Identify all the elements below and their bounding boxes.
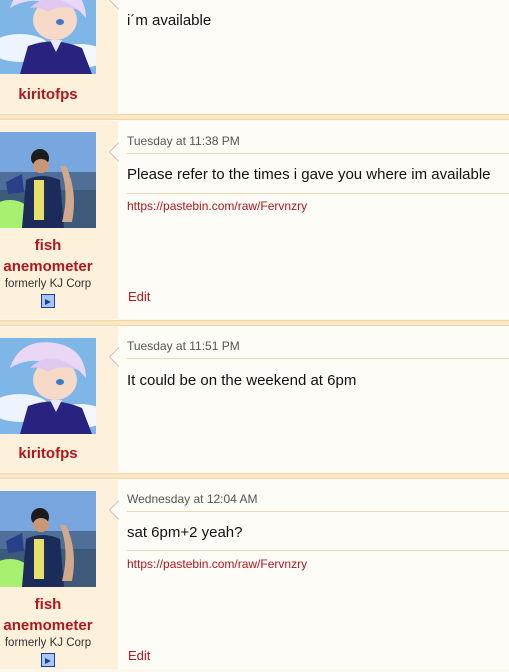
divider — [127, 193, 509, 194]
divider — [127, 550, 509, 551]
post-4: fish anemometer formerly KJ Corp Wednesd… — [0, 480, 509, 669]
edit-button[interactable]: Edit — [128, 648, 150, 663]
user-pane: fish anemometer formerly KJ Corp — [0, 480, 118, 669]
user-title: formerly KJ Corp — [4, 278, 92, 290]
message-text: i´m available — [127, 12, 212, 29]
user-title: formerly KJ Corp — [4, 637, 92, 649]
pastebin-link[interactable]: https://pastebin.com/raw/Fervnzry — [127, 199, 307, 213]
badge-icon — [41, 294, 55, 308]
post-1: kiritofps i´m available — [0, 0, 509, 113]
pastebin-link[interactable]: https://pastebin.com/raw/Fervnzry — [127, 557, 307, 571]
message-content: i´m available — [127, 0, 509, 113]
post-separator — [0, 320, 509, 326]
avatar-kiritofps[interactable] — [0, 338, 96, 434]
username[interactable]: kiritofps — [0, 443, 96, 464]
message-content: Tuesday at 11:38 PM Please refer to the … — [127, 121, 509, 319]
message-text: sat 6pm+2 yeah? — [127, 524, 243, 541]
avatar-fish-anemometer[interactable] — [0, 132, 96, 228]
user-pane: kiritofps — [0, 327, 118, 472]
username-line1[interactable]: fish — [0, 594, 96, 615]
post-2: fish anemometer formerly KJ Corp Tuesday… — [0, 121, 509, 319]
edit-button[interactable]: Edit — [128, 289, 150, 304]
post-separator — [0, 114, 509, 120]
username[interactable]: kiritofps — [0, 84, 96, 105]
username-line2[interactable]: anemometer — [0, 256, 96, 277]
user-pane: kiritofps — [0, 0, 118, 113]
user-pane: fish anemometer formerly KJ Corp — [0, 121, 118, 319]
post-date[interactable]: Tuesday at 11:51 PM — [127, 338, 509, 359]
username-line1[interactable]: fish — [0, 235, 96, 256]
post-separator — [0, 473, 509, 479]
avatar-fish-anemometer[interactable] — [0, 491, 96, 587]
post-3: kiritofps Tuesday at 11:51 PM It could b… — [0, 327, 509, 472]
avatar-kiritofps[interactable] — [0, 0, 96, 74]
message-content: Tuesday at 11:51 PM It could be on the w… — [127, 327, 509, 472]
message-content: Wednesday at 12:04 AM sat 6pm+2 yeah? ht… — [127, 480, 509, 669]
post-date[interactable]: Tuesday at 11:38 PM — [127, 133, 509, 154]
badge-icon — [41, 653, 55, 667]
message-text: It could be on the weekend at 6pm — [127, 372, 357, 389]
message-text: Please refer to the times i gave you whe… — [127, 166, 491, 183]
username-line2[interactable]: anemometer — [0, 615, 96, 636]
post-date[interactable]: Wednesday at 12:04 AM — [127, 491, 509, 512]
